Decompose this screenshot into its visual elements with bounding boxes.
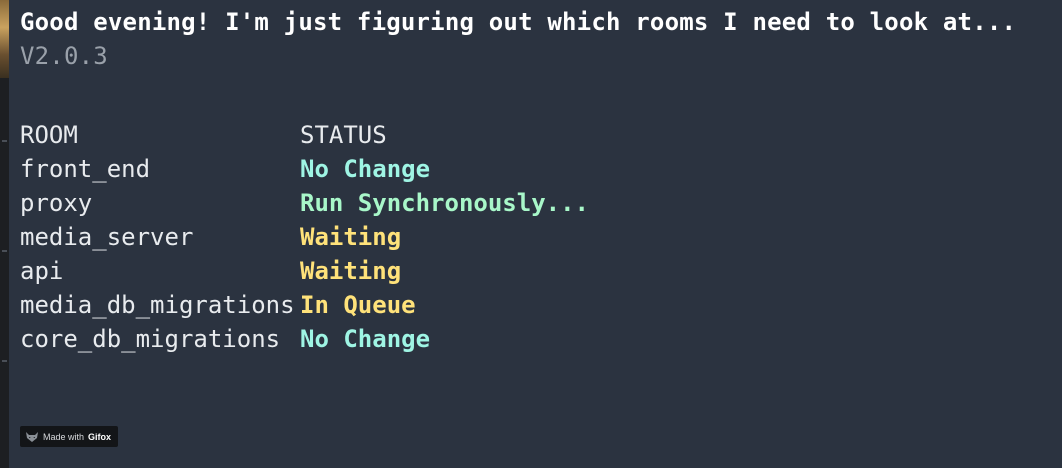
watermark-brand: Gifox [88, 431, 112, 442]
table-row: proxy Run Synchronously... [20, 186, 1050, 220]
watermark-prefix: Made with [43, 431, 85, 442]
greeting-line: Good evening! I'm just figuring out whic… [20, 8, 1017, 36]
room-status: Waiting [300, 223, 402, 251]
table-row: media_db_migrations In Queue [20, 288, 1050, 322]
table-row: core_db_migrations No Change [20, 322, 1050, 356]
room-header: ROOM [20, 121, 78, 149]
room-name: core_db_migrations [20, 325, 281, 353]
edge-tick [2, 250, 7, 252]
room-status: No Change [300, 155, 431, 183]
room-status: Waiting [300, 257, 402, 285]
table-row: media_server Waiting [20, 220, 1050, 254]
room-name: front_end [20, 155, 151, 183]
room-status: No Change [300, 325, 431, 353]
room-name: media_server [20, 223, 194, 251]
version-line: V2.0.3 [20, 42, 108, 70]
fox-icon [26, 431, 38, 442]
room-name: api [20, 257, 64, 285]
edge-tick [2, 360, 7, 362]
background-art-sliver [0, 0, 9, 78]
terminal-output: Good evening! I'm just figuring out whic… [20, 5, 1050, 356]
room-name: proxy [20, 189, 93, 217]
room-status-table: front_end No Change proxy Run Synchronously… [20, 152, 1050, 356]
gifox-watermark: Made with Gifox [20, 426, 119, 447]
table-row: front_end No Change [20, 152, 1050, 186]
room-name: media_db_migrations [20, 291, 295, 319]
table-header: ROOM STATUS [20, 118, 1050, 152]
status-header: STATUS [300, 121, 387, 149]
room-status: Run Synchronously... [300, 189, 589, 217]
room-status: In Queue [300, 291, 416, 319]
edge-tick [2, 140, 7, 142]
left-window-edge [0, 0, 9, 468]
table-row: api Waiting [20, 254, 1050, 288]
